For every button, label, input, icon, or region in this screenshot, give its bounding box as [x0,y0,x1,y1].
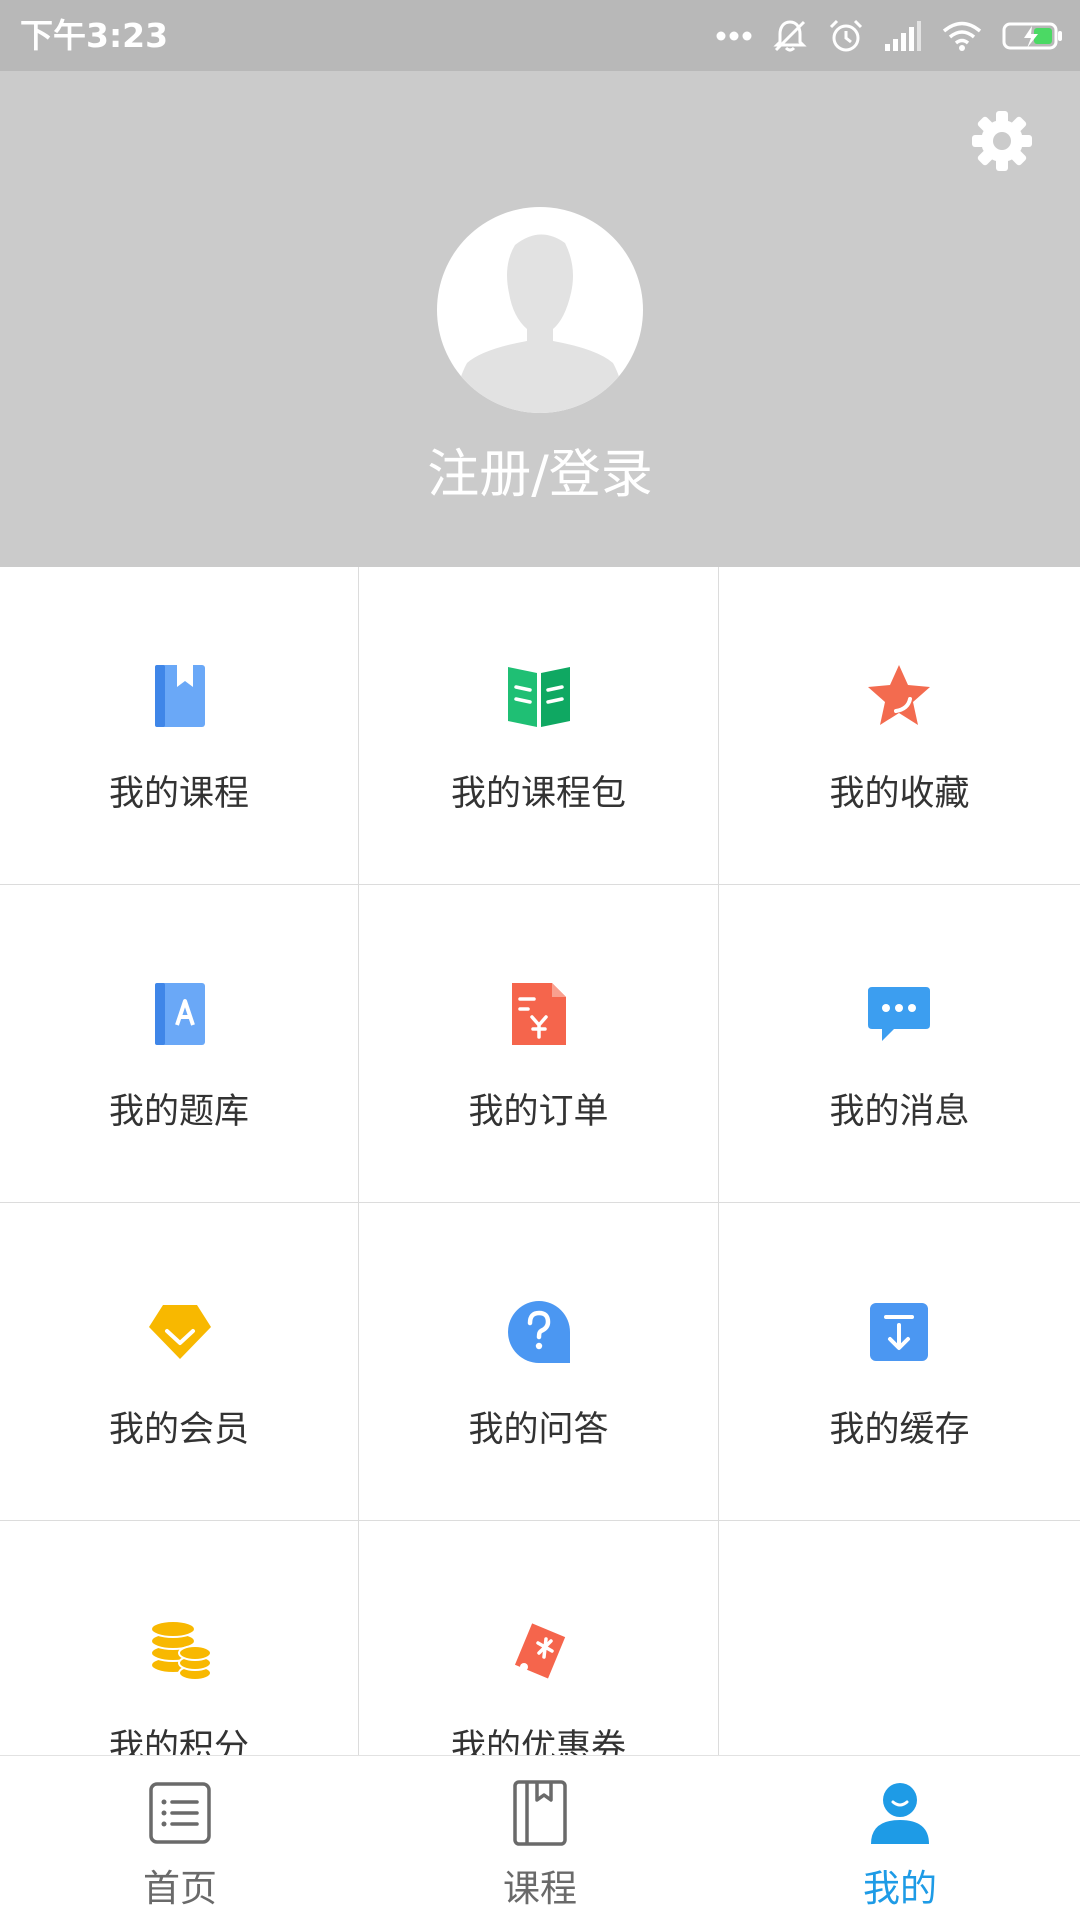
menu-my-cache[interactable]: 我的缓存 [719,1203,1080,1521]
menu-label: 我的优惠券 [450,1728,626,1755]
menu-my-qa[interactable]: 我的问答 [359,1203,719,1521]
tab-label: 首页 [143,1867,217,1910]
profile-icon [871,1783,929,1844]
status-icons [716,14,1064,58]
vip-gem-icon [149,1305,211,1359]
menu-my-membership[interactable]: 我的会员 [0,1203,359,1521]
menu-label: 我的会员 [108,1410,249,1450]
menu-label: 我的缓存 [829,1410,970,1450]
menu-label: 我的收藏 [829,774,970,814]
menu-my-question-bank[interactable]: 我的题库 [0,885,359,1203]
menu-label: 我的课程包 [450,774,626,814]
tab-mine[interactable]: 我的 [720,1756,1080,1921]
battery-icon [1002,22,1062,50]
menu-my-courses[interactable]: 我的课程 [0,567,359,885]
course-book-icon [513,1780,567,1846]
menu-my-points[interactable]: 我的积分 [0,1521,359,1755]
login-register-link[interactable]: 注册/登录 [0,432,1080,507]
tab-label: 我的 [863,1867,937,1910]
menu-label: 我的消息 [829,1092,970,1132]
status-time: 下午3:23 [20,16,169,55]
course-package-icon [508,667,570,727]
order-icon [512,983,566,1045]
gear-icon [972,111,1032,171]
signal-icon [885,21,921,51]
coins-icon [150,1620,212,1681]
tab-label: 课程 [503,1867,577,1910]
menu-label: 我的订单 [468,1092,609,1132]
avatar[interactable] [437,207,643,413]
mute-bell-icon [773,20,807,52]
menu-my-coupons[interactable]: 我的优惠券 [359,1521,719,1755]
menu-label: 我的积分 [108,1728,249,1755]
menu-my-messages[interactable]: 我的消息 [719,885,1080,1203]
menu-label: 我的课程 [108,774,249,814]
menu-my-orders[interactable]: 我的订单 [359,885,719,1203]
menu-label: 我的题库 [108,1092,249,1132]
wifi-icon [942,21,982,51]
menu-empty-cell [719,1521,1080,1755]
tab-home[interactable]: 首页 [0,1756,360,1921]
menu-label: 我的问答 [468,1410,609,1450]
menu-my-course-packages[interactable]: 我的课程包 [359,567,719,885]
status-bar: 下午3:23 [0,0,1080,71]
tab-courses[interactable]: 课程 [360,1756,720,1921]
course-book-icon [155,665,205,727]
download-icon [870,1303,928,1361]
profile-header: 注册/登录 [0,71,1080,567]
home-list-icon [149,1782,211,1844]
more-dots-icon [716,31,752,41]
menu-grid: 我的课程 我的课程包 我的收藏 我的题库 我的订单 我的消息 我的会员 我的问答… [0,567,1080,1755]
star-icon [868,665,930,725]
bottom-tab-bar: 首页 课程 我的 [0,1755,1080,1921]
menu-my-favorites[interactable]: 我的收藏 [719,567,1080,885]
coupon-icon [514,1623,566,1679]
default-avatar-icon [453,234,627,413]
message-icon [868,987,930,1041]
settings-button[interactable] [970,109,1034,173]
qa-icon [508,1301,570,1363]
alarm-icon [829,19,863,52]
question-bank-icon [155,983,205,1045]
